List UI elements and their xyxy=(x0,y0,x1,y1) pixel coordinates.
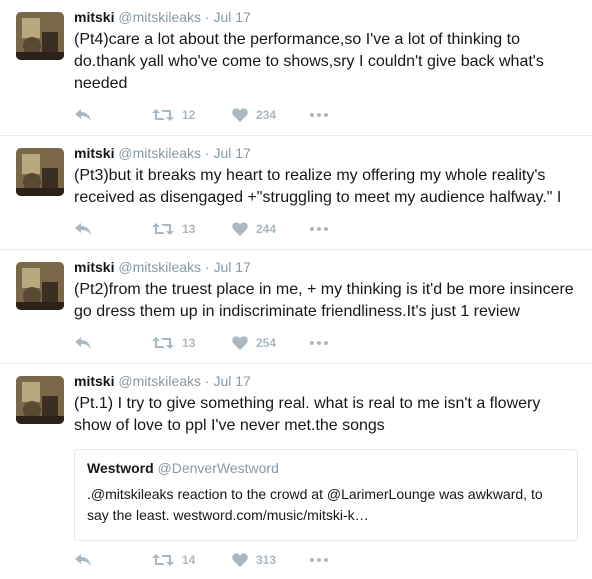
like-button[interactable]: 244 xyxy=(232,222,310,236)
avatar[interactable] xyxy=(16,262,64,310)
more-button[interactable] xyxy=(310,227,328,231)
retweet-count: 13 xyxy=(182,336,196,350)
like-count: 244 xyxy=(256,222,277,236)
user-name[interactable]: mitski xyxy=(74,9,114,25)
heart-icon xyxy=(232,553,248,567)
user-name[interactable]: mitski xyxy=(74,373,114,389)
reply-icon xyxy=(75,109,91,121)
separator: · xyxy=(204,145,210,161)
more-button[interactable] xyxy=(310,558,328,562)
separator: · xyxy=(204,259,210,275)
user-handle[interactable]: @mitskileaks xyxy=(118,259,201,275)
reply-icon xyxy=(75,223,91,235)
reply-button[interactable] xyxy=(74,336,152,350)
timestamp[interactable]: Jul 17 xyxy=(213,259,250,275)
like-button[interactable]: 254 xyxy=(232,336,310,350)
heart-icon xyxy=(232,336,248,350)
retweet-icon xyxy=(152,109,174,121)
retweet-button[interactable]: 14 xyxy=(152,553,232,567)
retweet-count: 12 xyxy=(182,108,196,122)
avatar-image xyxy=(16,262,64,310)
tweet[interactable]: mitski @mitskileaks · Jul 17 (Pt4)care a… xyxy=(0,0,592,136)
reply-button[interactable] xyxy=(74,222,152,236)
heart-icon xyxy=(232,222,248,236)
tweet-actions: 12 234 xyxy=(74,105,328,125)
avatar-image xyxy=(16,376,64,424)
tweet-actions: 14 313 xyxy=(74,550,328,570)
avatar-image xyxy=(16,148,64,196)
separator: · xyxy=(204,373,210,389)
more-icon xyxy=(310,558,328,562)
quoted-tweet-text: .@mitskileaks reaction to the crowd at @… xyxy=(87,486,543,523)
more-icon xyxy=(310,227,328,231)
tweet-actions: 13 254 xyxy=(74,333,328,353)
tweet-header: mitski @mitskileaks · Jul 17 xyxy=(74,259,251,275)
tweet-header: mitski @mitskileaks · Jul 17 xyxy=(74,9,251,25)
tweet-text: (Pt.1) I try to give something real. wha… xyxy=(74,395,541,434)
separator: · xyxy=(204,9,210,25)
avatar[interactable] xyxy=(16,376,64,424)
retweet-button[interactable]: 13 xyxy=(152,222,232,236)
reply-icon xyxy=(75,337,91,349)
quoted-tweet[interactable]: Westword @DenverWestword .@mitskileaks r… xyxy=(74,449,578,541)
like-button[interactable]: 313 xyxy=(232,553,310,567)
avatar[interactable] xyxy=(16,12,64,60)
timestamp[interactable]: Jul 17 xyxy=(213,9,250,25)
tweet[interactable]: mitski @mitskileaks · Jul 17 (Pt3)but it… xyxy=(0,136,592,250)
retweet-count: 14 xyxy=(182,553,196,567)
timestamp[interactable]: Jul 17 xyxy=(213,145,250,161)
tweet-feed: mitski @mitskileaks · Jul 17 (Pt4)care a… xyxy=(0,0,592,579)
reply-button[interactable] xyxy=(74,553,152,567)
retweet-button[interactable]: 13 xyxy=(152,336,232,350)
tweet-header: mitski @mitskileaks · Jul 17 xyxy=(74,145,251,161)
quoted-user-name[interactable]: Westword xyxy=(87,460,154,476)
tweet-header: mitski @mitskileaks · Jul 17 xyxy=(74,373,251,389)
more-button[interactable] xyxy=(310,341,328,345)
retweet-icon xyxy=(152,554,174,566)
tweet-text: (Pt3)but it breaks my heart to realize m… xyxy=(74,167,562,206)
user-handle[interactable]: @mitskileaks xyxy=(118,9,201,25)
quoted-tweet-header: Westword @DenverWestword xyxy=(87,460,565,476)
retweet-button[interactable]: 12 xyxy=(152,108,232,122)
like-count: 313 xyxy=(256,553,277,567)
like-count: 234 xyxy=(256,108,277,122)
user-name[interactable]: mitski xyxy=(74,145,114,161)
like-count: 254 xyxy=(256,336,277,350)
more-icon xyxy=(310,113,328,117)
tweet[interactable]: mitski @mitskileaks · Jul 17 (Pt2)from t… xyxy=(0,250,592,364)
heart-icon xyxy=(232,108,248,122)
timestamp[interactable]: Jul 17 xyxy=(213,373,250,389)
retweet-icon xyxy=(152,223,174,235)
avatar-image xyxy=(16,12,64,60)
avatar[interactable] xyxy=(16,148,64,196)
user-handle[interactable]: @mitskileaks xyxy=(118,145,201,161)
like-button[interactable]: 234 xyxy=(232,108,310,122)
tweet-text: (Pt4)care a lot about the performance,so… xyxy=(74,31,544,92)
retweet-count: 13 xyxy=(182,222,196,236)
tweet-text: (Pt2)from the truest place in me, + my t… xyxy=(74,281,574,320)
quoted-user-handle[interactable]: @DenverWestword xyxy=(158,460,279,476)
user-handle[interactable]: @mitskileaks xyxy=(118,373,201,389)
more-button[interactable] xyxy=(310,113,328,117)
reply-icon xyxy=(75,554,91,566)
reply-button[interactable] xyxy=(74,108,152,122)
retweet-icon xyxy=(152,337,174,349)
tweet-actions: 13 244 xyxy=(74,219,328,239)
user-name[interactable]: mitski xyxy=(74,259,114,275)
more-icon xyxy=(310,341,328,345)
